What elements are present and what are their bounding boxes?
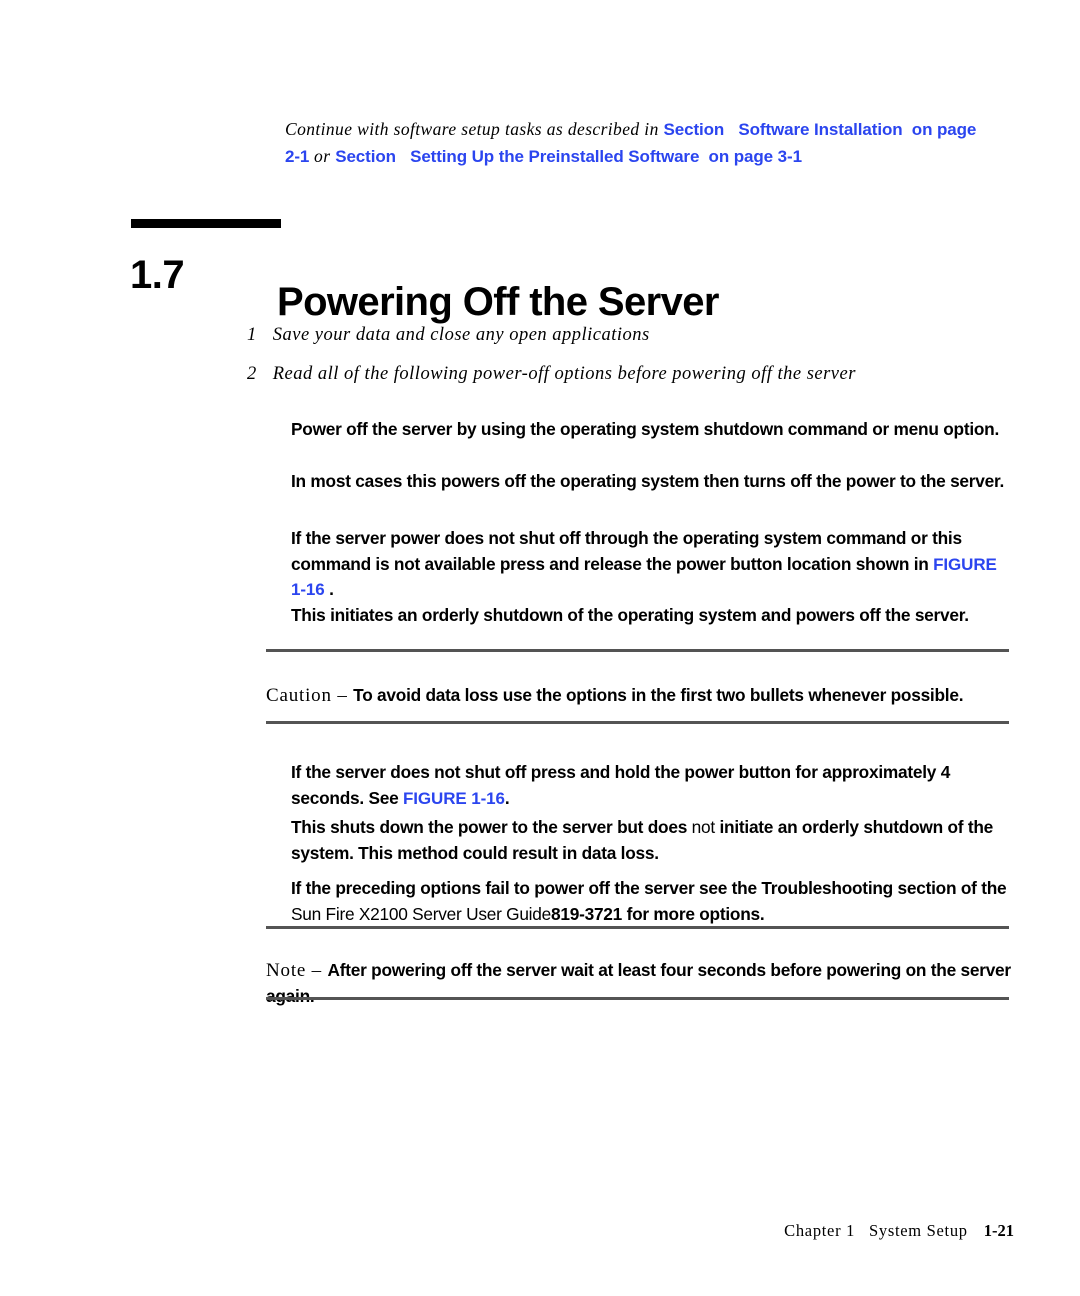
page-footer: Chapter 1 System Setup 1-21 — [0, 1221, 1014, 1241]
note-keyword: Note – — [266, 960, 328, 982]
caution-rule-top — [266, 649, 1009, 652]
paragraph-text: This shuts down the power to the server … — [291, 817, 692, 838]
paragraph-text: If the preceding options fail to power o… — [291, 878, 1007, 899]
body-paragraph-orderly-shutdown: This initiates an orderly shutdown of th… — [291, 605, 969, 626]
page-title: Powering Off the Server — [277, 279, 719, 324]
list-item: 1 Save your data and close any open appli… — [247, 325, 650, 346]
heading-rule — [131, 219, 281, 228]
paragraph-text-tail: . — [504, 787, 510, 808]
xref-page-3-1[interactable]: on page 3-1 — [704, 147, 802, 166]
note-rule-top — [266, 926, 1009, 929]
intro-conjunction: or — [309, 145, 336, 166]
caution-block: Caution – To avoid data loss use the opt… — [266, 683, 1014, 709]
xref-preinstalled-software[interactable]: Setting Up the Preinstalled Software — [410, 147, 699, 166]
document-page: Continue with software setup tasks as de… — [0, 0, 1080, 1296]
guide-part-number: 819-3721 — [551, 903, 623, 924]
body-paragraph-troubleshooting: If the preceding options fail to power o… — [291, 876, 1014, 927]
step-number: 2 — [247, 364, 257, 384]
body-paragraph-power-button: If the server power does not shut off th… — [291, 526, 1014, 603]
note-rule-bottom — [266, 997, 1009, 1000]
caution-text: To avoid data loss use the options in th… — [353, 685, 964, 706]
xref-section-1-label[interactable]: Section — [664, 120, 725, 139]
paragraph-text-tail: . — [324, 579, 334, 600]
step-number: 1 — [247, 325, 257, 345]
caution-rule-bottom — [266, 721, 1009, 724]
xref-section-2-label[interactable]: Section — [335, 147, 396, 166]
body-paragraph-data-loss-warning: This shuts down the power to the server … — [291, 815, 1014, 866]
note-block: Note – After powering off the server wai… — [266, 958, 1014, 1009]
step-text: Save your data and close any open applic… — [272, 325, 650, 345]
body-paragraph-most-cases: In most cases this powers off the operat… — [291, 471, 1005, 492]
guide-title: Sun Fire X2100 Server User Guide — [291, 903, 551, 924]
body-paragraph-hold-power-button: If the server does not shut off press an… — [291, 760, 1014, 811]
footer-page-number: 1-21 — [983, 1221, 1014, 1240]
section-number: 1.7 — [130, 253, 185, 297]
footer-section: System Setup — [869, 1221, 968, 1240]
xref-software-installation[interactable]: Software Installation — [738, 120, 902, 139]
caution-keyword: Caution – — [266, 685, 354, 707]
intro-paragraph: Continue with software setup tasks as de… — [285, 116, 985, 170]
paragraph-text: If the server does not shut off press an… — [291, 762, 951, 808]
body-paragraph-shutdown-command: Power off the server by using the operat… — [291, 419, 1000, 440]
emphasis-not: not — [691, 817, 716, 838]
intro-lead-text: Continue with software setup tasks as de… — [285, 118, 664, 139]
list-item: 2 Read all of the following power-off opt… — [247, 364, 856, 385]
paragraph-text: If the server power does not shut off th… — [291, 528, 962, 574]
footer-chapter: Chapter 1 — [784, 1221, 856, 1240]
xref-figure-1-16[interactable]: FIGURE 1-16 — [403, 789, 505, 808]
paragraph-text-tail: for more options. — [622, 903, 765, 924]
step-text: Read all of the following power-off opti… — [272, 364, 856, 384]
